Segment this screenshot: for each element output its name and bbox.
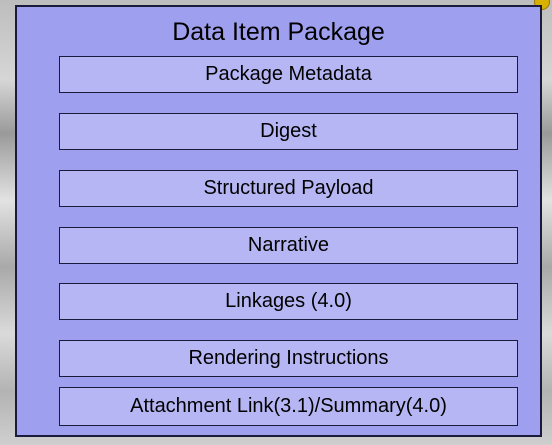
component-attachment-link-summary: Attachment Link(3.1)/Summary(4.0) — [59, 387, 518, 426]
component-digest: Digest — [59, 113, 518, 150]
component-package-metadata: Package Metadata — [59, 56, 518, 93]
component-linkages: Linkages (4.0) — [59, 283, 518, 320]
component-structured-payload: Structured Payload — [59, 170, 518, 207]
component-narrative: Narrative — [59, 227, 518, 264]
data-item-package-box: Data Item Package Package Metadata Diges… — [15, 5, 542, 437]
component-rendering-instructions: Rendering Instructions — [59, 340, 518, 377]
package-title: Data Item Package — [172, 18, 385, 46]
